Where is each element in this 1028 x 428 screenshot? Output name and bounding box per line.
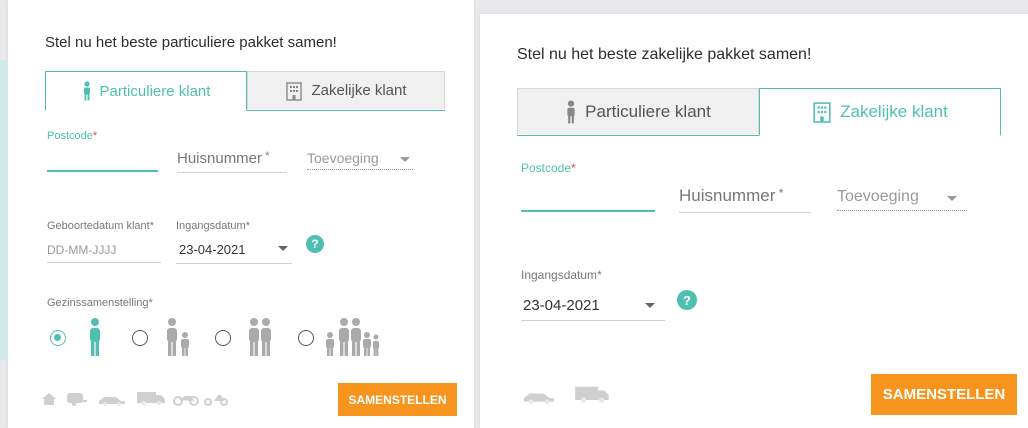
building-icon: [286, 81, 303, 101]
geboortedatum-input[interactable]: DD-MM-JJJJ: [47, 243, 116, 257]
business-package-panel: Stel nu het beste zakelijke pakket samen…: [480, 14, 1028, 428]
huisnummer-input[interactable]: Huisnummer *: [177, 150, 269, 167]
toevoeging-underline: [307, 169, 413, 170]
tab-particuliere-klant[interactable]: Particuliere klant: [517, 88, 759, 134]
toevoeging-select[interactable]: Toevoeging: [307, 150, 379, 166]
house-icon[interactable]: [41, 392, 57, 406]
huisnummer-input[interactable]: Huisnummer *: [679, 186, 783, 206]
chevron-down-icon: [278, 246, 288, 251]
caravan-icon[interactable]: [66, 392, 88, 406]
help-icon[interactable]: ?: [306, 235, 324, 253]
van-icon[interactable]: [136, 390, 166, 406]
tab-label: Particuliere klant: [585, 101, 711, 121]
help-icon[interactable]: ?: [677, 290, 697, 310]
family-option-single-radio[interactable]: [50, 330, 66, 346]
private-package-panel: Stel nu het beste particuliere pakket sa…: [0, 0, 474, 428]
postcode-input[interactable]: [521, 210, 655, 212]
chevron-down-icon: [645, 303, 655, 308]
family-option-couple-radio[interactable]: [215, 330, 231, 346]
person-icon: [567, 99, 575, 123]
tab-particuliere-klant[interactable]: Particuliere klant: [45, 71, 247, 111]
panel-edge-accent: [0, 60, 8, 360]
ingangsdatum-label: Ingangsdatum*: [521, 268, 602, 282]
chevron-down-icon: [400, 157, 410, 162]
customer-type-tabs: Particuliere klant Zakelijke klant: [45, 71, 445, 111]
car-icon[interactable]: [97, 394, 127, 406]
van-icon[interactable]: [574, 384, 610, 404]
panel-title: Stel nu het beste zakelijke pakket samen…: [517, 46, 812, 63]
postcode-input[interactable]: [47, 170, 158, 172]
family-option-family-radio[interactable]: [298, 330, 314, 346]
tab-label: Particuliere klant: [99, 82, 211, 100]
scooter-icon[interactable]: [204, 392, 228, 406]
person-icon: [83, 81, 90, 101]
chevron-down-icon: [947, 196, 957, 201]
building-icon: [813, 102, 831, 123]
tab-label: Zakelijke klant: [840, 102, 948, 121]
gezinssamenstelling-label: Gezinssamenstelling*: [47, 297, 153, 309]
motorcycle-icon[interactable]: [173, 392, 199, 406]
toevoeging-underline: [837, 210, 967, 211]
customer-type-tabs: Particuliere klant Zakelijke klant: [517, 88, 1001, 136]
geboortedatum-label: Geboortedatum klant*: [47, 220, 155, 232]
tab-zakelijke-klant[interactable]: Zakelijke klant: [247, 71, 445, 109]
tab-label: Zakelijke klant: [311, 82, 407, 99]
ingangsdatum-select[interactable]: 23-04-2021: [179, 242, 246, 257]
huisnummer-underline: [177, 172, 287, 173]
ingangsdatum-underline: [521, 320, 665, 321]
huisnummer-underline: [679, 212, 811, 213]
panel-title: Stel nu het beste particuliere pakket sa…: [45, 34, 337, 51]
single-person-icon: [90, 318, 100, 356]
ingangsdatum-select[interactable]: 23-04-2021: [523, 297, 600, 314]
car-icon[interactable]: [520, 390, 558, 404]
geboortedatum-underline: [47, 262, 161, 263]
tab-zakelijke-klant[interactable]: Zakelijke klant: [759, 88, 1001, 136]
family-option-parent-child-radio[interactable]: [132, 330, 148, 346]
parent-child-icon: [167, 318, 189, 356]
couple-icon: [249, 318, 271, 356]
ingangsdatum-underline: [176, 263, 292, 264]
postcode-label: Postcode*: [521, 161, 576, 175]
postcode-label: Postcode*: [47, 130, 98, 142]
samenstellen-button[interactable]: SAMENSTELLEN: [871, 374, 1017, 415]
ingangsdatum-label: Ingangsdatum*: [176, 220, 250, 232]
family-icon: [326, 318, 379, 356]
toevoeging-select[interactable]: Toevoeging: [837, 188, 919, 206]
samenstellen-button[interactable]: SAMENSTELLEN: [338, 383, 457, 416]
